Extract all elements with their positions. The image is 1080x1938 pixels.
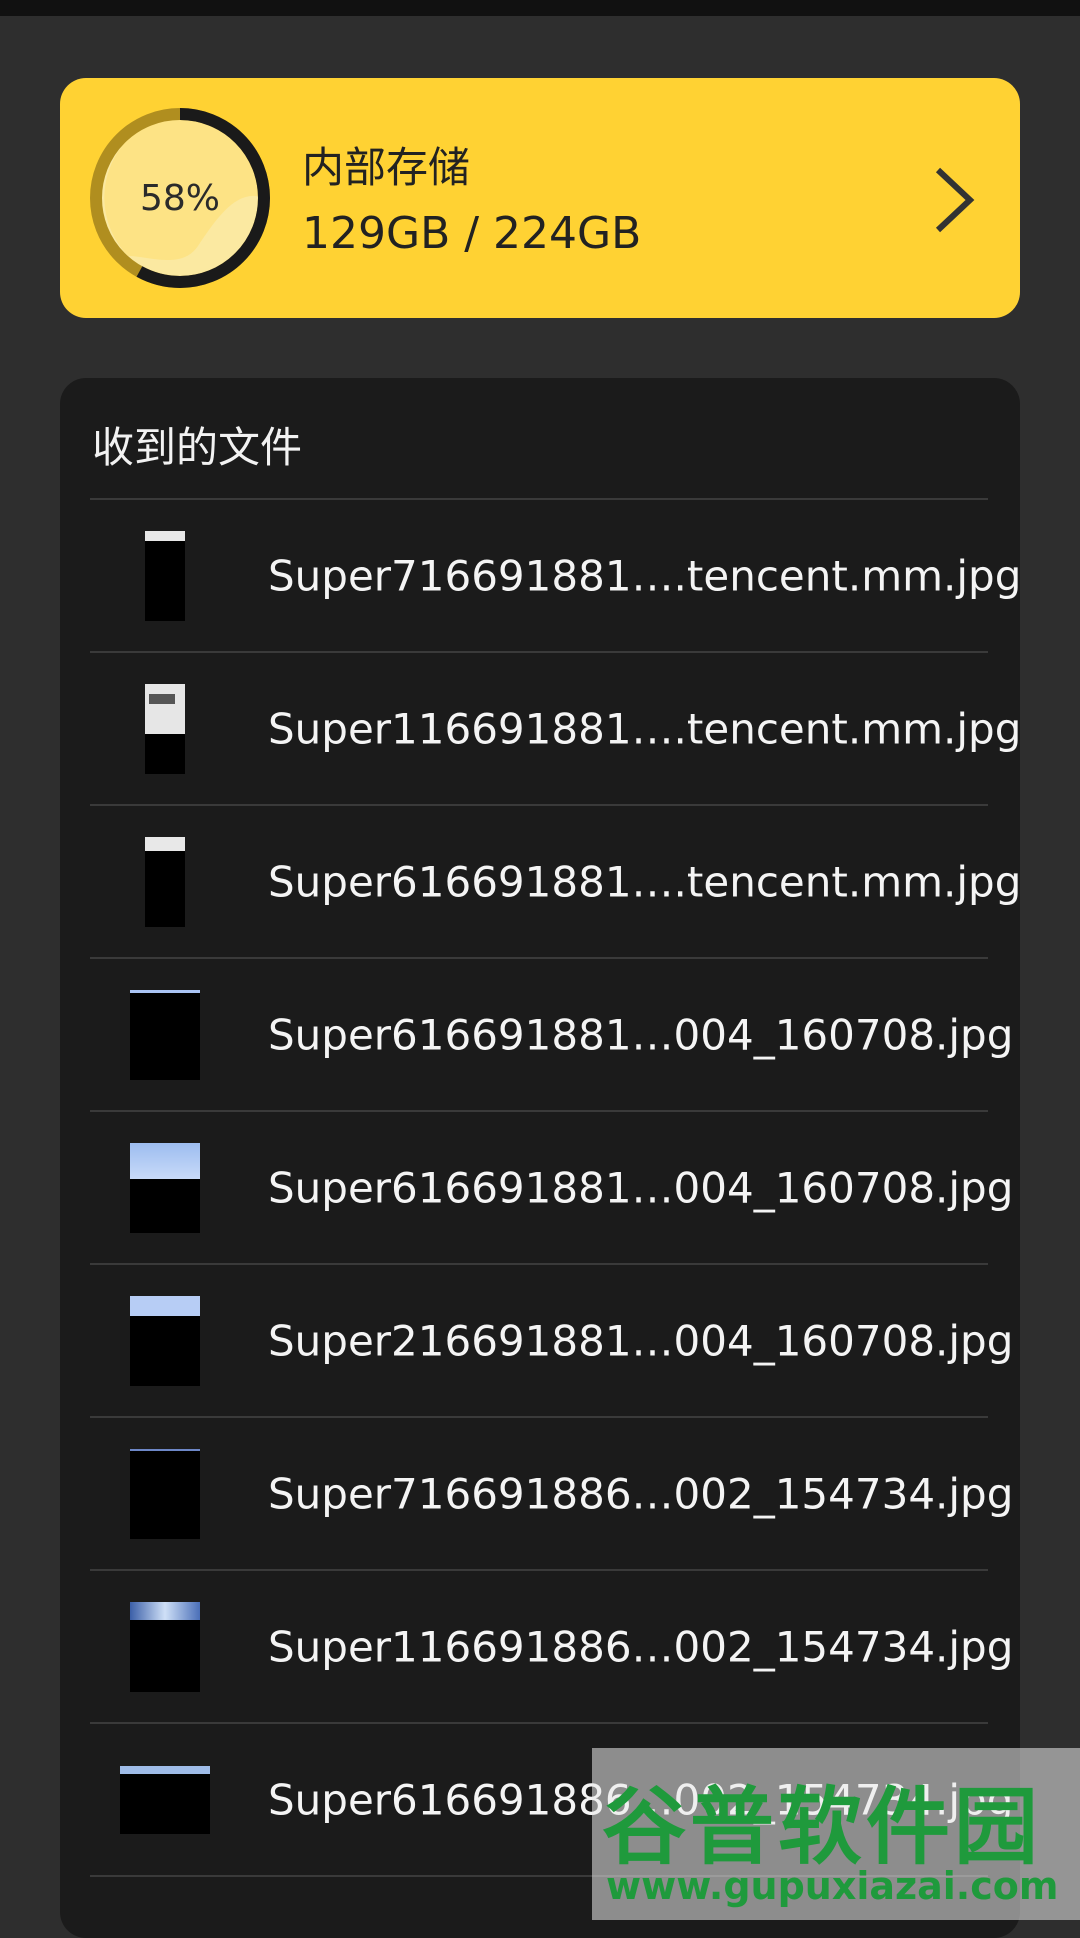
file-thumbnail xyxy=(130,1295,200,1386)
file-row[interactable]: Super216691881…004_160708.jpg xyxy=(90,1265,1013,1418)
file-name: Super116691886…002_154734.jpg xyxy=(268,1622,1014,1671)
file-name: Super716691881….tencent.mm.jpg xyxy=(268,551,1020,600)
file-name: Super616691881…004_160708.jpg xyxy=(268,1163,1014,1212)
file-row[interactable]: Super116691886…002_154734.jpg xyxy=(90,1571,1013,1724)
file-name: Super716691886…002_154734.jpg xyxy=(268,1469,1014,1518)
file-row[interactable]: Super716691886…002_154734.jpg xyxy=(90,1418,1013,1571)
file-thumbnail xyxy=(130,1142,200,1233)
file-thumbnail xyxy=(120,1765,210,1834)
file-row[interactable]: Super616691881…004_160708.jpg xyxy=(90,1112,1013,1265)
watermark-brand: 谷普软件园 xyxy=(602,1778,1043,1876)
file-list: Super716691881….tencent.mm.jpg Super1166… xyxy=(90,500,1020,1877)
file-row[interactable]: Super616691881…004_160708.jpg xyxy=(90,959,1013,1112)
file-row[interactable]: Super716691881….tencent.mm.jpg xyxy=(90,500,1020,653)
storage-percent: 58% xyxy=(139,177,220,219)
file-row[interactable]: Super116691881….tencent.mm.jpg xyxy=(90,653,1020,806)
internal-storage-card[interactable]: 58% 内部存储 129GB / 224GB xyxy=(60,78,1020,318)
watermark-logo: 谷普软件园 www.gupuxiazai.com xyxy=(592,1748,1080,1920)
storage-title: 内部存储 xyxy=(302,143,471,192)
status-bar xyxy=(0,0,1080,16)
file-thumbnail xyxy=(145,836,185,927)
file-thumbnail xyxy=(130,1601,200,1692)
file-row[interactable]: Super616691881….tencent.mm.jpg xyxy=(90,806,1020,959)
file-thumbnail xyxy=(145,530,185,621)
file-name: Super116691881….tencent.mm.jpg xyxy=(268,704,1020,753)
file-thumbnail xyxy=(130,1448,200,1539)
file-thumbnail xyxy=(130,989,200,1080)
storage-usage: 129GB / 224GB xyxy=(302,208,642,259)
watermark-url: www.gupuxiazai.com xyxy=(606,1864,1059,1908)
received-files-card: 收到的文件 Super716691881….tencent.mm.jpg Sup… xyxy=(60,378,1020,1938)
file-name: Super616691881….tencent.mm.jpg xyxy=(268,857,1020,906)
file-name: Super616691881…004_160708.jpg xyxy=(268,1010,1014,1059)
file-thumbnail xyxy=(145,683,185,774)
received-files-title: 收到的文件 xyxy=(92,423,303,472)
chevron-right-icon[interactable] xyxy=(918,160,988,240)
file-name: Super216691881…004_160708.jpg xyxy=(268,1316,1014,1365)
